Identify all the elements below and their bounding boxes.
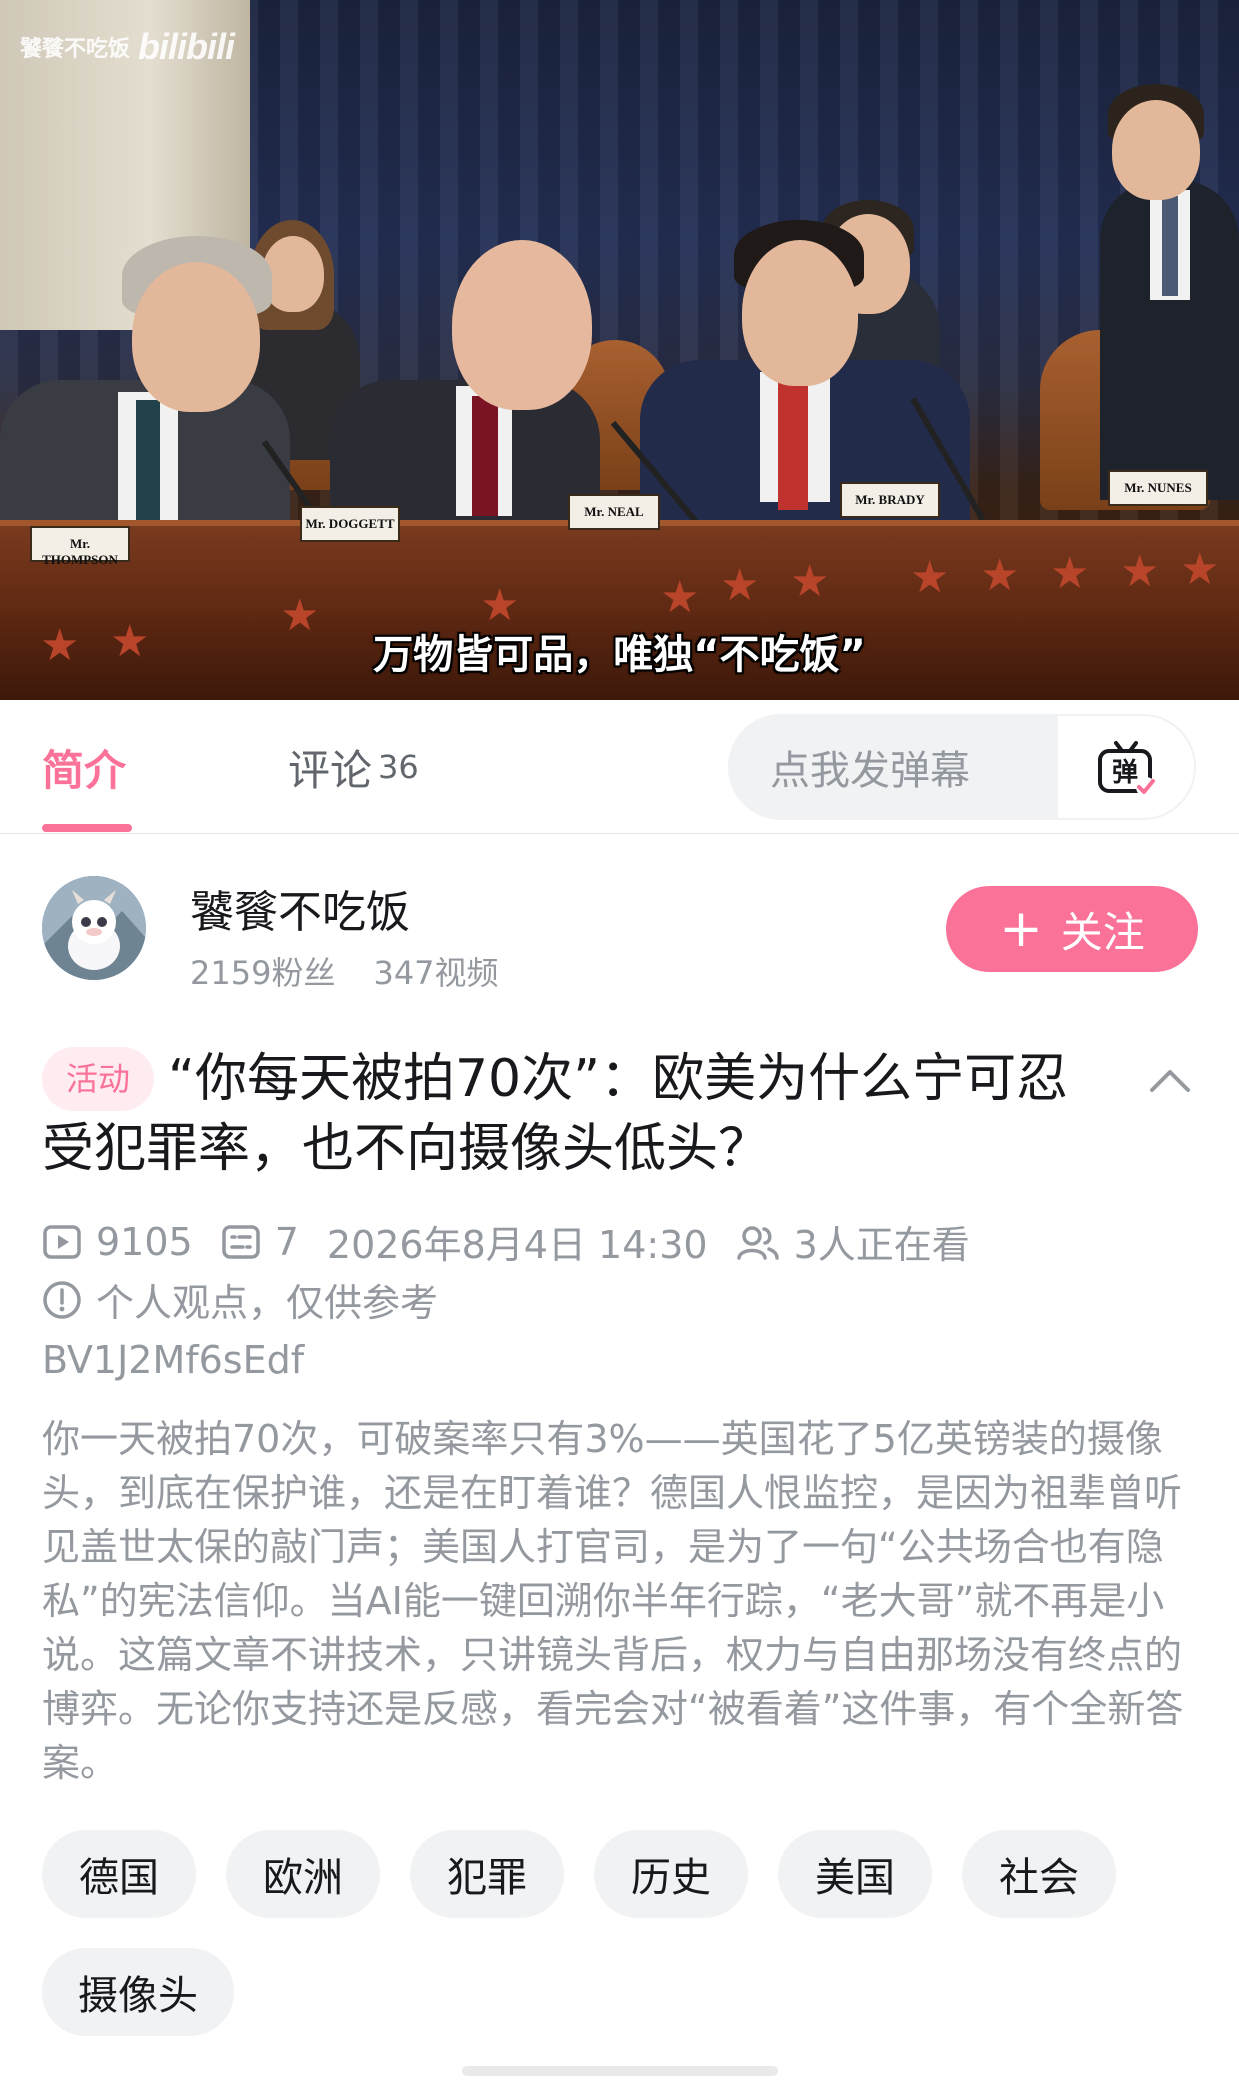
chevron-up-icon[interactable] xyxy=(1148,1062,1192,1098)
opinion-notice: 个人观点，仅供参考 xyxy=(96,1281,439,1325)
watching-people-icon xyxy=(736,1222,780,1262)
tag-chip[interactable]: 犯罪 xyxy=(410,1830,564,1918)
danmaku-count-icon xyxy=(221,1222,261,1262)
danmaku-bar: 点我发弹幕 弹 xyxy=(728,714,1196,820)
svg-text:弹: 弹 xyxy=(1112,758,1138,788)
watermark-uploader: 饕餮不吃饭 xyxy=(20,37,131,62)
bvid[interactable]: BV1J2Mf6sEdf xyxy=(42,1338,304,1382)
star-decoration: ★ xyxy=(660,572,700,623)
tab-comments[interactable]: 评论 36 xyxy=(288,700,419,834)
notice-row: 个人观点，仅供参考 xyxy=(42,1272,438,1327)
star-decoration: ★ xyxy=(1120,546,1160,597)
star-decoration: ★ xyxy=(1050,548,1090,599)
video-player[interactable]: ★ ★ ★ ★ ★ ★ ★ ★ ★ ★ ★ ★ Mr. THOMPSON Mr.… xyxy=(0,0,1239,700)
tag-chip[interactable]: 美国 xyxy=(778,1830,932,1918)
star-decoration: ★ xyxy=(1180,544,1220,595)
uploader-name[interactable]: 饕餮不吃饭 xyxy=(190,876,410,940)
star-decoration: ★ xyxy=(910,552,950,603)
tab-active-indicator xyxy=(42,824,132,832)
home-indicator xyxy=(462,2066,778,2076)
watermark: 饕餮不吃饭 bilibili xyxy=(20,26,235,68)
uploader-avatar[interactable] xyxy=(42,876,146,980)
video-stats-row: 9105 7 2026年8月4日 14:30 3人正在看 xyxy=(42,1214,970,1269)
uploader-stats: 2159粉丝 347视频 xyxy=(190,948,499,994)
play-count: 9105 xyxy=(96,1219,193,1264)
follow-button[interactable]: + 关注 xyxy=(946,886,1198,972)
comments-count: 36 xyxy=(378,748,419,786)
nameplate: Mr. BRADY xyxy=(840,482,940,518)
danmaku-count: 7 xyxy=(274,1219,299,1264)
watching-count: 3人正在看 xyxy=(793,1223,970,1267)
star-decoration: ★ xyxy=(720,560,760,611)
publish-time: 2026年8月4日 14:30 xyxy=(326,1223,708,1267)
video-subtitle: 万物皆可品，唯独“不吃饭” xyxy=(373,632,866,678)
star-decoration: ★ xyxy=(790,556,830,607)
tag-chip[interactable]: 社会 xyxy=(962,1830,1116,1918)
nameplate: Mr. NUNES xyxy=(1108,470,1208,506)
tab-intro-label: 简介 xyxy=(42,745,127,795)
activity-tag[interactable]: 活动 xyxy=(42,1047,155,1111)
tab-comments-label: 评论 xyxy=(288,745,373,795)
danmaku-input[interactable]: 点我发弹幕 xyxy=(728,738,1056,796)
tag-list: 德国 欧洲 犯罪 历史 美国 社会 摄像头 xyxy=(42,1830,1202,2036)
videos-count: 347视频 xyxy=(373,954,499,992)
tag-chip[interactable]: 历史 xyxy=(594,1830,748,1918)
danmaku-icon: 弹 xyxy=(1098,741,1156,797)
tag-chip[interactable]: 德国 xyxy=(42,1830,196,1918)
info-icon xyxy=(42,1280,82,1320)
video-description: 你一天被拍70次，可破案率只有3%——英国花了5亿英镑装的摄像头，到底在保护谁，… xyxy=(42,1417,1184,1785)
video-title: “你每天被拍70次”：欧美为什么宁可忍受犯罪率，也不向摄像头低头？ xyxy=(42,1049,1069,1179)
plus-icon: + xyxy=(999,899,1043,959)
nameplate: Mr. THOMPSON xyxy=(30,526,130,567)
fans-count: 2159粉丝 xyxy=(190,954,336,992)
bilibili-logo: bilibili xyxy=(138,26,235,67)
video-title-block: 活动 “你每天被拍70次”：欧美为什么宁可忍受犯罪率，也不向摄像头低头？ xyxy=(42,1044,1102,1184)
tab-intro[interactable]: 简介 xyxy=(42,700,126,834)
tag-chip[interactable]: 摄像头 xyxy=(42,1948,234,2036)
danmaku-settings-button[interactable]: 弹 xyxy=(1056,714,1196,820)
avatar-dragon-image xyxy=(42,876,146,980)
tag-chip[interactable]: 欧洲 xyxy=(226,1830,380,1918)
nameplate: Mr. NEAL xyxy=(568,494,660,530)
play-count-icon xyxy=(42,1222,82,1262)
follow-label: 关注 xyxy=(1060,907,1145,957)
nameplate: Mr. DOGGETT xyxy=(300,506,400,542)
star-decoration: ★ xyxy=(980,550,1020,601)
